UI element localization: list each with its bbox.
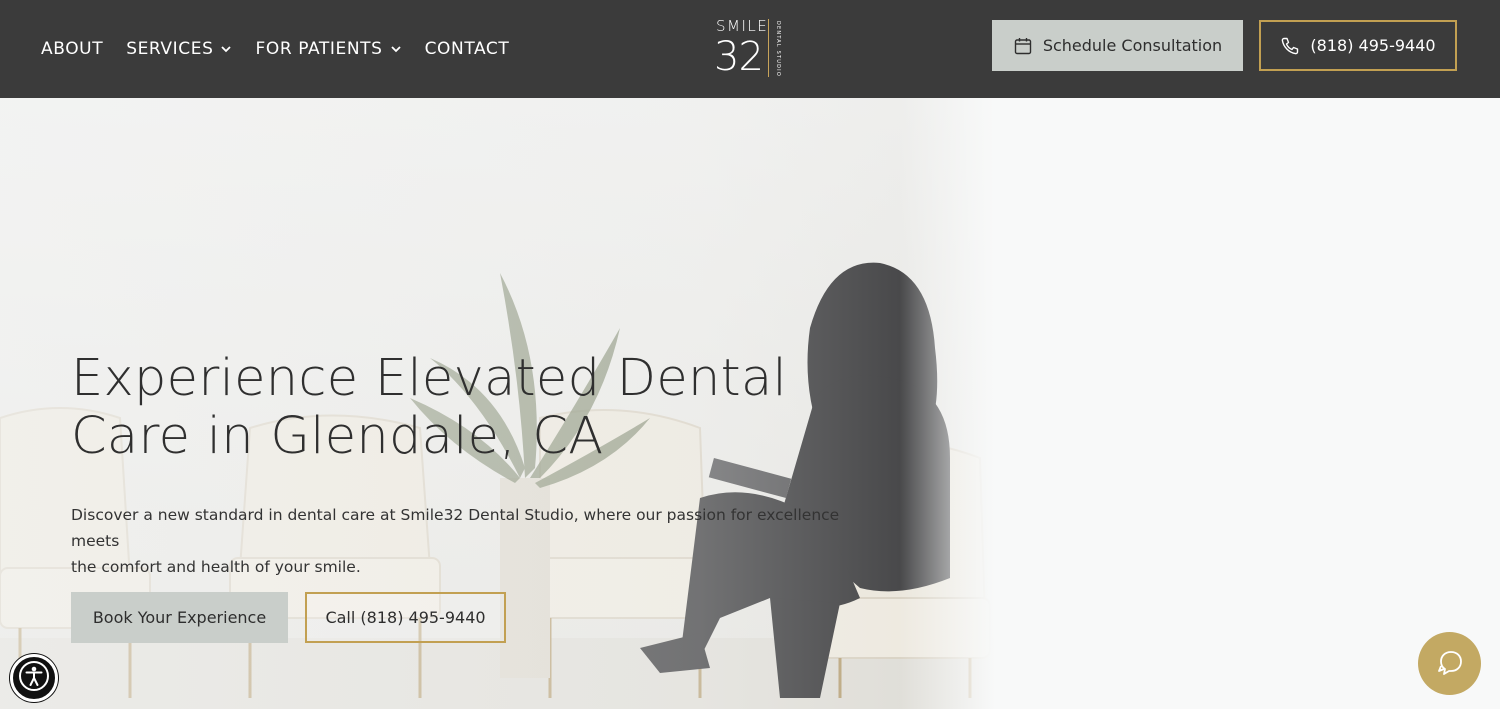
logo-word: SMILE: [716, 17, 769, 35]
phone-icon: [1280, 36, 1300, 56]
hero-title-line: Experience Elevated Dental: [71, 349, 787, 408]
chat-button[interactable]: [1418, 632, 1481, 695]
hero-description: Discover a new standard in dental care a…: [71, 502, 871, 580]
nav-item-contact[interactable]: CONTACT: [425, 39, 510, 59]
chat-icon: [1435, 647, 1465, 681]
book-label: Book Your Experience: [92, 608, 267, 627]
nav-label: SERVICES: [126, 39, 214, 59]
nav-item-for-patients[interactable]: FOR PATIENTS: [255, 39, 401, 59]
site-header: ABOUT SERVICES FOR PATIENTS CONTACT SMIL…: [0, 0, 1500, 98]
logo-subtitle: DENTAL STUDIO: [775, 21, 781, 77]
main-nav: ABOUT SERVICES FOR PATIENTS CONTACT: [41, 36, 532, 62]
call-label: Call (818) 495-9440: [325, 608, 486, 627]
book-experience-button[interactable]: Book Your Experience: [71, 592, 288, 643]
nav-label: CONTACT: [424, 39, 510, 59]
header-phone-button[interactable]: (818) 495-9440: [1259, 20, 1457, 71]
calendar-icon: [1013, 36, 1033, 56]
nav-item-services[interactable]: SERVICES: [126, 39, 232, 59]
nav-label: ABOUT: [41, 39, 104, 59]
accessibility-icon: [17, 659, 51, 697]
hero-title-line: Care in Glendale, CA: [71, 407, 604, 466]
hero-section: Experience Elevated Dental Care in Glend…: [0, 98, 1500, 709]
schedule-consultation-button[interactable]: Schedule Consultation: [992, 20, 1243, 71]
logo-divider: [768, 19, 769, 77]
nav-label: FOR PATIENTS: [255, 39, 383, 59]
chevron-down-icon: [390, 43, 402, 55]
logo-number: 32: [714, 34, 764, 80]
call-phone-button[interactable]: Call (818) 495-9440: [305, 592, 506, 643]
chevron-down-icon: [220, 43, 232, 55]
nav-item-about[interactable]: ABOUT: [41, 39, 103, 59]
site-logo[interactable]: SMILE 32 DENTAL STUDIO: [714, 17, 786, 80]
phone-label: (818) 495-9440: [1310, 36, 1436, 55]
hero-description-line: the comfort and health of your smile.: [71, 558, 361, 576]
hero-description-line: Discover a new standard in dental care a…: [71, 506, 840, 550]
hero-title: Experience Elevated Dental Care in Glend…: [71, 350, 831, 466]
schedule-label: Schedule Consultation: [1042, 36, 1223, 55]
accessibility-button[interactable]: [10, 654, 58, 702]
